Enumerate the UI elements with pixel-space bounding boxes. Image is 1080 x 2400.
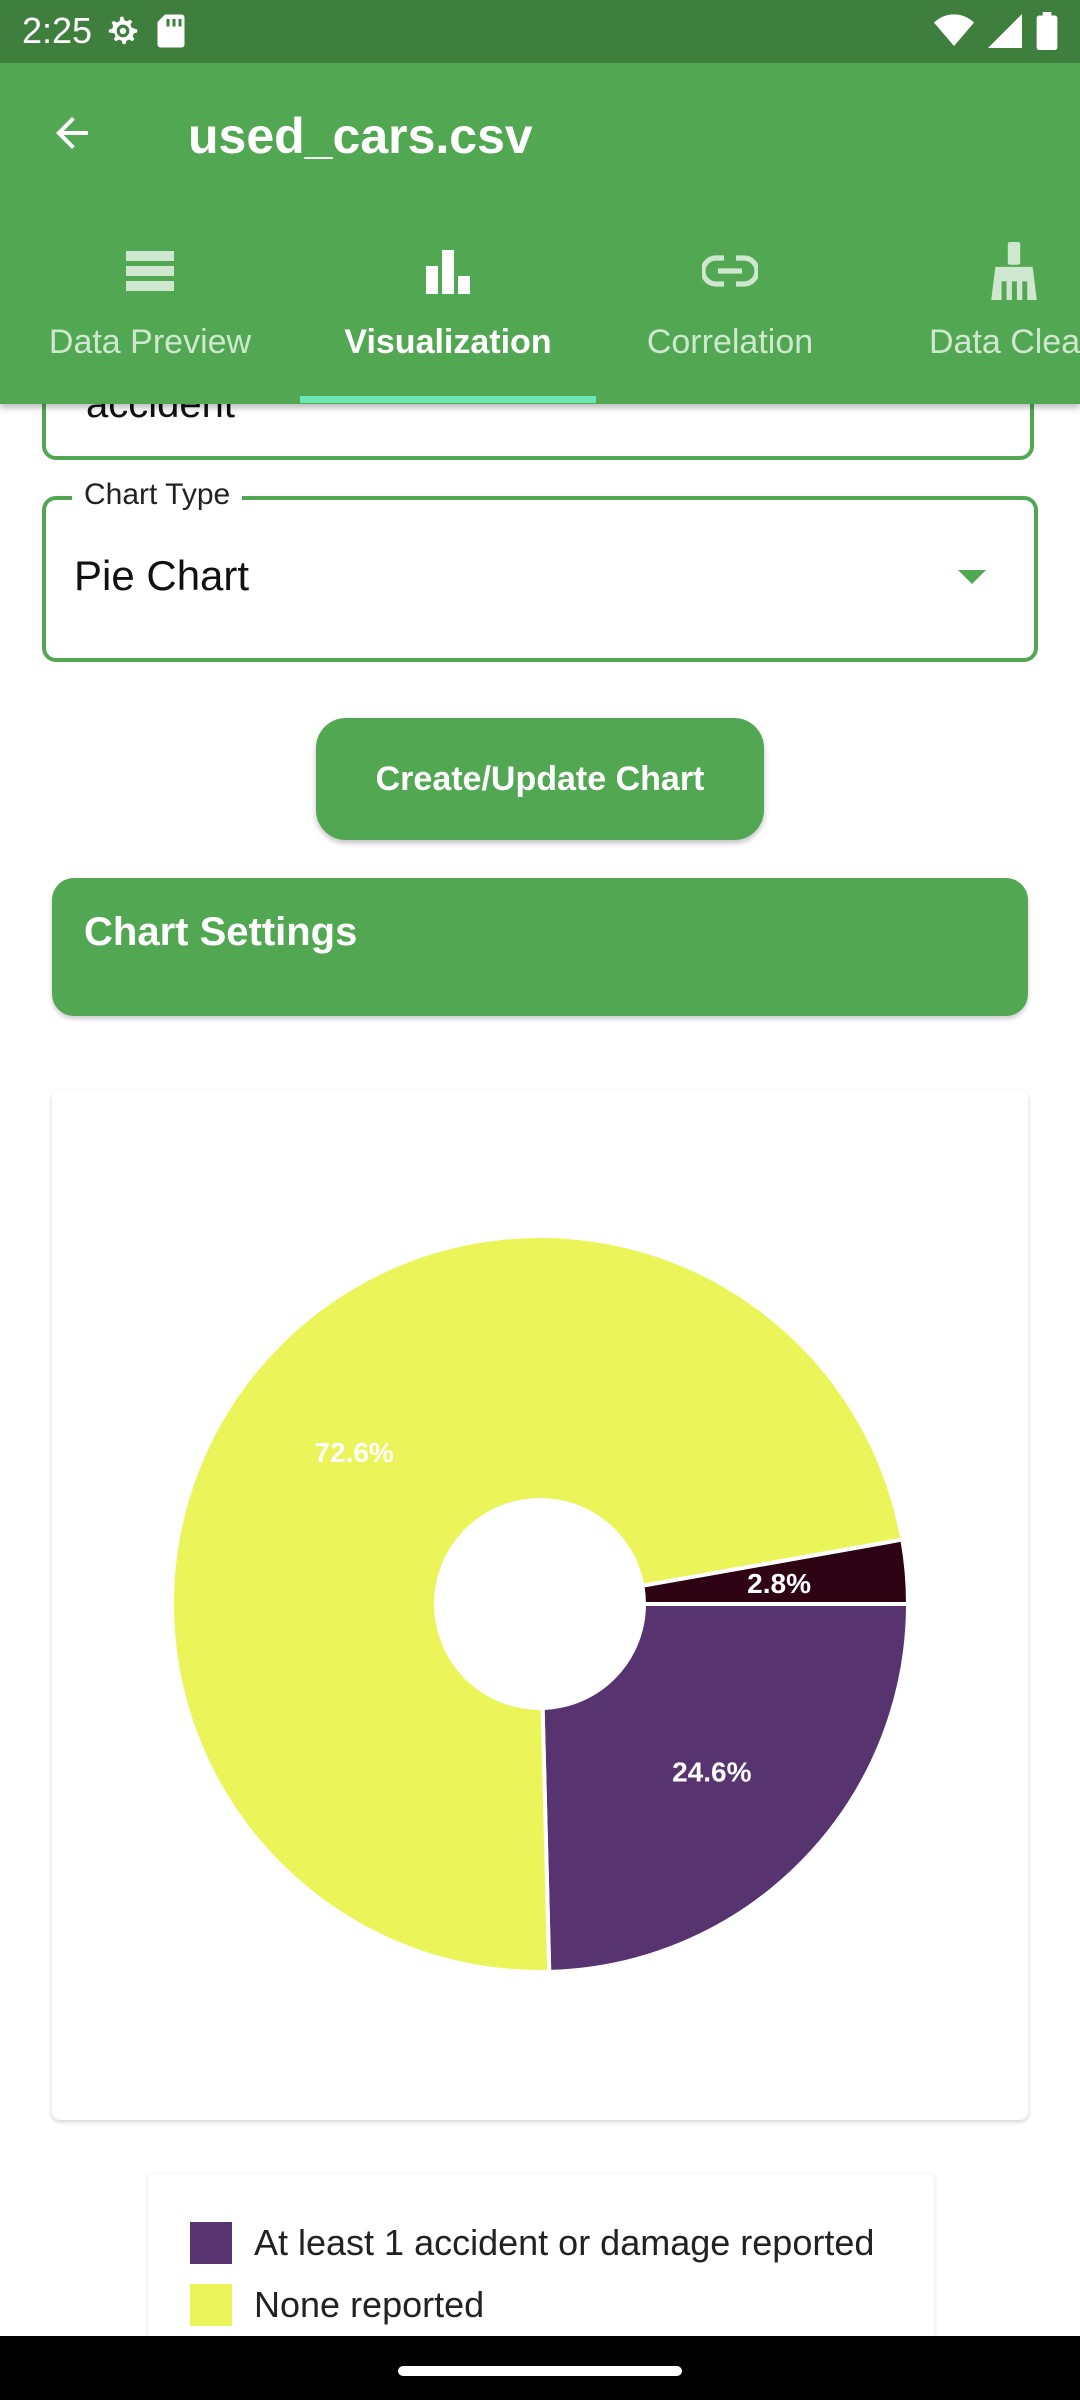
settings-icon (104, 12, 142, 55)
tab-data-preview[interactable]: Data Preview (0, 233, 300, 404)
pie-slice[interactable] (540, 1602, 911, 1974)
legend-swatch (190, 2284, 232, 2326)
legend-item: None reported (190, 2284, 484, 2326)
status-time: 2:25 (22, 10, 93, 51)
tab-label: Data Clean (928, 323, 1080, 361)
tab-correlation[interactable]: Correlation (596, 233, 864, 404)
battery-icon (1036, 12, 1058, 55)
status-bar: 2:25 (0, 0, 1080, 63)
slice-label: 2.8% (747, 1568, 811, 1599)
pie-chart: 24.6% 72.6% 2.8% (170, 1234, 911, 1974)
chart-settings-title: Chart Settings (84, 910, 358, 954)
tab-visualization[interactable]: Visualization (300, 233, 596, 404)
chart-settings-panel[interactable]: Chart Settings (52, 878, 1028, 1016)
home-gesture-handle[interactable] (398, 2366, 682, 2376)
column-value: accident (86, 404, 235, 426)
legend-label: None reported (254, 2284, 485, 2325)
link-icon (702, 255, 758, 287)
signal-icon (988, 14, 1022, 53)
main-content[interactable]: accident Chart Type Pie Chart Create/Upd… (0, 404, 1080, 2336)
legend-item: At least 1 accident or damage reported (190, 2222, 874, 2264)
slice-label: 72.6% (314, 1437, 393, 1468)
legend-label: At least 1 accident or damage reported (254, 2222, 875, 2263)
chart-type-dropdown[interactable]: Chart Type Pie Chart (42, 478, 1038, 662)
slice-label: 24.6% (672, 1757, 751, 1788)
chart-type-value: Pie Chart (74, 552, 250, 599)
tab-data-cleaning[interactable]: Data Clean (864, 233, 1080, 404)
column-dropdown[interactable]: accident (42, 404, 1034, 460)
sd-card-icon (156, 13, 186, 54)
broom-icon (991, 242, 1037, 300)
arrow-back-icon (56, 117, 88, 149)
wifi-icon (934, 14, 974, 53)
chart-card: 24.6% 72.6% 2.8% (52, 1090, 1028, 2120)
app-bar: used_cars.csv Data Preview Visualization… (0, 63, 1080, 404)
create-update-chart-button[interactable]: Create/Update Chart (316, 718, 764, 840)
chart-type-label: Chart Type (72, 478, 243, 512)
tab-label: Visualization (344, 323, 552, 361)
bar-chart-icon (426, 250, 470, 294)
navigation-bar (0, 2336, 1080, 2400)
legend-swatch (190, 2222, 232, 2264)
chart-legend: At least 1 accident or damage reported N… (148, 2174, 934, 2336)
list-icon (126, 251, 174, 291)
back-button[interactable] (42, 103, 102, 163)
dropdown-arrow-icon (958, 570, 986, 584)
page-title: used_cars.csv (188, 108, 533, 164)
tab-label: Data Preview (48, 323, 252, 361)
tab-label: Correlation (646, 323, 814, 361)
tab-bar: Data Preview Visualization Correlation D… (0, 233, 1080, 404)
tab-indicator (300, 396, 596, 403)
